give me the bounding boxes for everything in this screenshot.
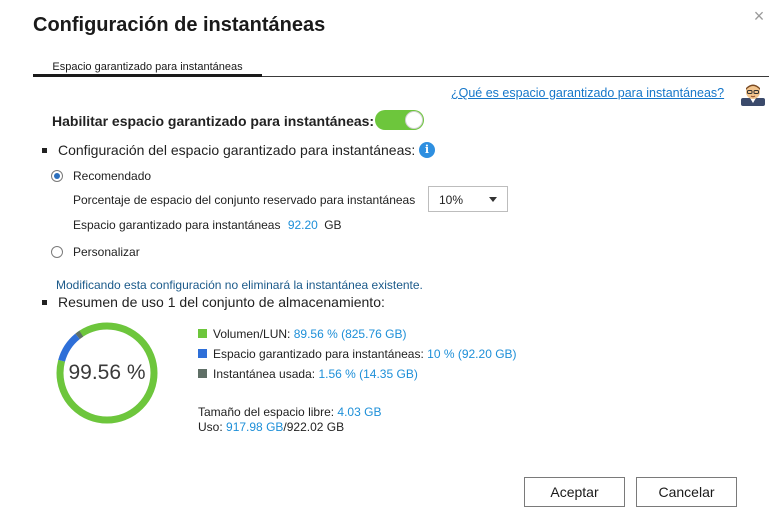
legend-swatch: [198, 349, 207, 358]
free-space-value: 4.03 GB: [337, 405, 382, 419]
cancel-button[interactable]: Cancelar: [636, 477, 737, 507]
radio-recommended-label: Recomendado: [73, 169, 152, 183]
tab-guaranteed-space[interactable]: Espacio garantizado para instantáneas: [33, 61, 262, 77]
legend-value: 10 % (92.20 GB): [427, 347, 517, 361]
legend-guaranteed-space: Espacio garantizado para instantáneas: 1…: [198, 347, 517, 361]
usage-label: Uso:: [198, 420, 223, 434]
snapshot-settings-dialog: Configuración de instantáneas × Espacio …: [0, 0, 773, 532]
legend-name: Instantánea usada:: [213, 367, 316, 381]
config-note: Modificando esta configuración no elimin…: [56, 278, 423, 292]
legend-swatch: [198, 329, 207, 338]
toggle-knob: [405, 111, 423, 129]
radio-custom-label: Personalizar: [73, 245, 140, 259]
usage-summary-title: Resumen de uso 1 del conjunto de almacen…: [58, 294, 385, 310]
legend-value: 1.56 % (14.35 GB): [318, 367, 418, 381]
legend-snapshot-used: Instantánea usada: 1.56 % (14.35 GB): [198, 367, 418, 381]
legend-name: Volumen/LUN:: [213, 327, 291, 341]
help-link[interactable]: ¿Qué es espacio garantizado para instant…: [451, 86, 724, 100]
legend-value: 89.56 % (825.76 GB): [293, 327, 407, 341]
free-space-label: Tamaño del espacio libre:: [198, 405, 335, 419]
radio-recommended[interactable]: [51, 170, 63, 182]
bullet-icon: [42, 300, 47, 305]
usage-used-value: 917.98 GB: [226, 420, 284, 434]
config-section-title: Configuración del espacio garantizado pa…: [58, 142, 416, 158]
reserved-percent-select[interactable]: 10%: [428, 186, 508, 212]
guaranteed-space-value: 92.20: [287, 218, 318, 232]
dialog-title: Configuración de instantáneas: [33, 14, 326, 36]
help-avatar-icon[interactable]: [740, 82, 766, 106]
reserved-percent-label: Porcentaje de espacio del conjunto reser…: [73, 193, 416, 207]
usage-row: Uso: 917.98 GB/922.02 GB: [198, 420, 344, 434]
free-space-row: Tamaño del espacio libre: 4.03 GB: [198, 405, 381, 419]
legend-volume: Volumen/LUN: 89.56 % (825.76 GB): [198, 327, 406, 341]
radio-custom[interactable]: [51, 246, 63, 258]
legend-name: Espacio garantizado para instantáneas:: [213, 347, 424, 361]
chevron-down-icon: [489, 197, 497, 202]
close-icon[interactable]: ×: [749, 6, 769, 26]
tab-bar: Espacio garantizado para instantáneas: [33, 61, 769, 77]
guaranteed-space-label: Espacio garantizado para instantáneas: [73, 218, 281, 232]
accept-button[interactable]: Aceptar: [524, 477, 625, 507]
enable-guaranteed-space-toggle[interactable]: [375, 110, 424, 130]
legend-swatch: [198, 369, 207, 378]
bullet-icon: [42, 148, 47, 153]
guaranteed-space-unit: GB: [324, 218, 342, 232]
usage-total-value: /922.02 GB: [283, 420, 345, 434]
enable-guaranteed-space-label: Habilitar espacio garantizado para insta…: [52, 113, 375, 129]
info-icon[interactable]: i: [419, 142, 435, 158]
usage-donut-label: 99.56 %: [68, 361, 146, 384]
guaranteed-space-row: Espacio garantizado para instantáneas 92…: [73, 218, 342, 232]
reserved-percent-value: 10%: [439, 193, 464, 207]
